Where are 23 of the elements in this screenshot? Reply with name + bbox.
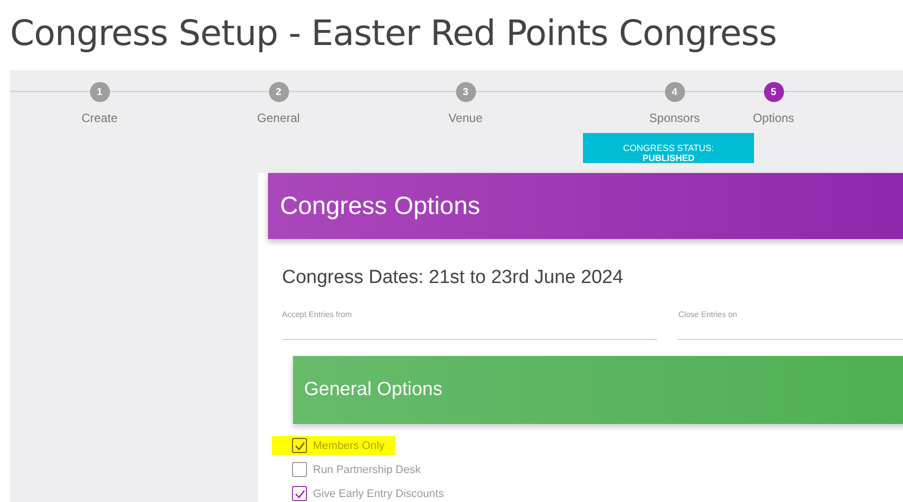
step-number[interactable]: 3 bbox=[456, 82, 476, 102]
step-number[interactable]: 4 bbox=[664, 82, 684, 102]
checkbox[interactable] bbox=[292, 438, 307, 453]
step-number[interactable]: 5 bbox=[764, 82, 784, 102]
checkbox[interactable] bbox=[292, 486, 307, 501]
step-label[interactable]: Create bbox=[81, 111, 118, 125]
step-label[interactable]: Venue bbox=[448, 111, 483, 125]
step-number[interactable]: 1 bbox=[90, 82, 110, 102]
step-label[interactable]: Options bbox=[752, 111, 794, 125]
page-title: Congress Setup - Easter Red Points Congress bbox=[9, 13, 778, 56]
option-label: Members Only bbox=[313, 440, 385, 452]
checkbox[interactable] bbox=[292, 462, 307, 477]
section-title: General Options bbox=[304, 379, 442, 401]
date-field[interactable]: Accept Entries from bbox=[282, 303, 658, 340]
step-number[interactable]: 2 bbox=[268, 82, 288, 102]
congress-status-button[interactable]: CONGRESS STATUS: PUBLISHED bbox=[583, 133, 754, 163]
step-label[interactable]: General bbox=[257, 111, 300, 125]
option-label: Run Partnership Desk bbox=[313, 464, 421, 476]
option-label: Give Early Entry Discounts bbox=[313, 488, 444, 500]
card-title: Congress Options bbox=[280, 192, 480, 220]
congress-dates: Congress Dates: 21st to 23rd June 2024 bbox=[282, 267, 624, 289]
date-field[interactable]: Close Entries on bbox=[678, 303, 903, 340]
step-label[interactable]: Sponsors bbox=[649, 111, 700, 125]
